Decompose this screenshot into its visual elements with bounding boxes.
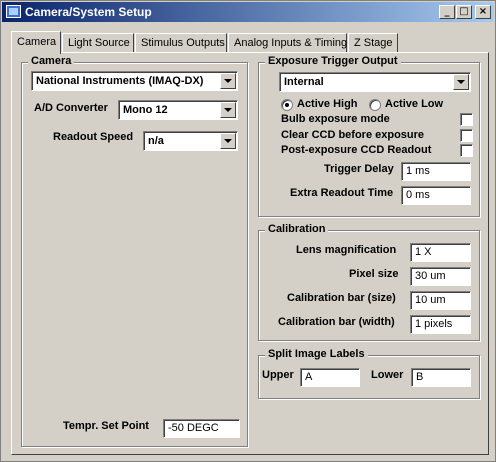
calibration-bar-width-label: Calibration bar (width) bbox=[278, 316, 395, 328]
calibration-bar-size-input[interactable]: 10 um bbox=[410, 291, 471, 310]
chevron-down-icon[interactable] bbox=[453, 74, 469, 90]
chevron-down-icon[interactable] bbox=[220, 133, 236, 149]
chevron-down-icon[interactable] bbox=[220, 73, 236, 89]
calibration-group: Calibration Lens magnification 1 X Pixel… bbox=[258, 223, 480, 341]
tab-panel-camera: Camera National Instruments (IMAQ-DX) A/… bbox=[11, 52, 489, 455]
close-button[interactable]: × bbox=[475, 5, 491, 19]
camera-group: Camera National Instruments (IMAQ-DX) A/… bbox=[21, 55, 248, 447]
bulb-exposure-label: Bulb exposure mode bbox=[281, 113, 390, 125]
readout-speed-select[interactable]: n/a bbox=[143, 131, 238, 151]
camera-setup-window: Camera/System Setup _ □ × Camera Light S… bbox=[0, 0, 496, 462]
upper-label: Upper bbox=[262, 369, 294, 381]
clear-ccd-checkbox[interactable] bbox=[460, 129, 473, 142]
tab-analog-inputs-timing[interactable]: Analog Inputs & Timing bbox=[228, 33, 347, 53]
trigger-mode-value: Internal bbox=[284, 76, 324, 88]
calibration-bar-width-input[interactable]: 1 pixels bbox=[410, 315, 471, 334]
readout-speed-value: n/a bbox=[148, 135, 164, 147]
lower-label-input[interactable]: B bbox=[411, 368, 471, 387]
calibration-bar-size-label: Calibration bar (size) bbox=[287, 292, 396, 304]
post-exposure-readout-checkbox[interactable] bbox=[460, 144, 473, 157]
pixel-size-input[interactable]: 30 um bbox=[410, 267, 471, 286]
trigger-delay-label: Trigger Delay bbox=[324, 163, 394, 175]
active-high-radio[interactable] bbox=[281, 99, 293, 111]
camera-group-title: Camera bbox=[28, 55, 75, 67]
calibration-group-title: Calibration bbox=[265, 223, 329, 235]
lens-magnification-label: Lens magnification bbox=[296, 244, 397, 256]
active-low-label: Active Low bbox=[385, 98, 444, 110]
split-image-labels-group: Split Image Labels Upper A Lower B bbox=[258, 348, 480, 399]
title-bar[interactable]: Camera/System Setup _ □ × bbox=[2, 2, 494, 22]
camera-device-select[interactable]: National Instruments (IMAQ-DX) bbox=[31, 71, 238, 91]
minimize-button[interactable]: _ bbox=[439, 5, 455, 19]
lens-magnification-input[interactable]: 1 X bbox=[410, 243, 471, 262]
upper-label-input[interactable]: A bbox=[300, 368, 360, 387]
lower-label: Lower bbox=[371, 369, 404, 381]
pixel-size-label: Pixel size bbox=[349, 268, 399, 280]
active-low-radio[interactable] bbox=[369, 99, 381, 111]
extra-readout-time-label: Extra Readout Time bbox=[290, 187, 394, 199]
bulb-exposure-checkbox[interactable] bbox=[460, 113, 473, 126]
clear-ccd-label: Clear CCD before exposure bbox=[281, 129, 425, 141]
extra-readout-time-input[interactable]: 0 ms bbox=[401, 186, 471, 205]
tab-light-source[interactable]: Light Source bbox=[62, 33, 134, 53]
maximize-button[interactable]: □ bbox=[456, 5, 472, 19]
active-high-label: Active High bbox=[297, 98, 358, 110]
temp-setpoint-input[interactable]: -50 DEGC bbox=[163, 419, 240, 438]
chevron-down-icon[interactable] bbox=[220, 102, 236, 118]
tab-stimulus-outputs[interactable]: Stimulus Outputs bbox=[135, 33, 227, 53]
exposure-trigger-group: Exposure Trigger Output Internal Active … bbox=[258, 55, 480, 217]
trigger-mode-select[interactable]: Internal bbox=[279, 72, 471, 92]
readout-speed-label: Readout Speed bbox=[53, 131, 134, 143]
tab-z-stage[interactable]: Z Stage bbox=[348, 33, 398, 53]
temp-setpoint-label: Tempr. Set Point bbox=[63, 420, 149, 432]
tab-camera[interactable]: Camera bbox=[11, 31, 61, 54]
ad-converter-label: A/D Converter bbox=[34, 102, 108, 114]
window-title: Camera/System Setup bbox=[25, 5, 152, 19]
ad-converter-select[interactable]: Mono 12 bbox=[118, 100, 238, 120]
post-exposure-readout-label: Post-exposure CCD Readout bbox=[281, 144, 432, 156]
camera-device-value: National Instruments (IMAQ-DX) bbox=[36, 75, 204, 87]
exposure-trigger-group-title: Exposure Trigger Output bbox=[265, 55, 401, 67]
ad-converter-value: Mono 12 bbox=[123, 104, 168, 116]
split-image-labels-group-title: Split Image Labels bbox=[265, 348, 368, 360]
trigger-delay-input[interactable]: 1 ms bbox=[401, 162, 471, 181]
app-icon bbox=[6, 5, 21, 18]
